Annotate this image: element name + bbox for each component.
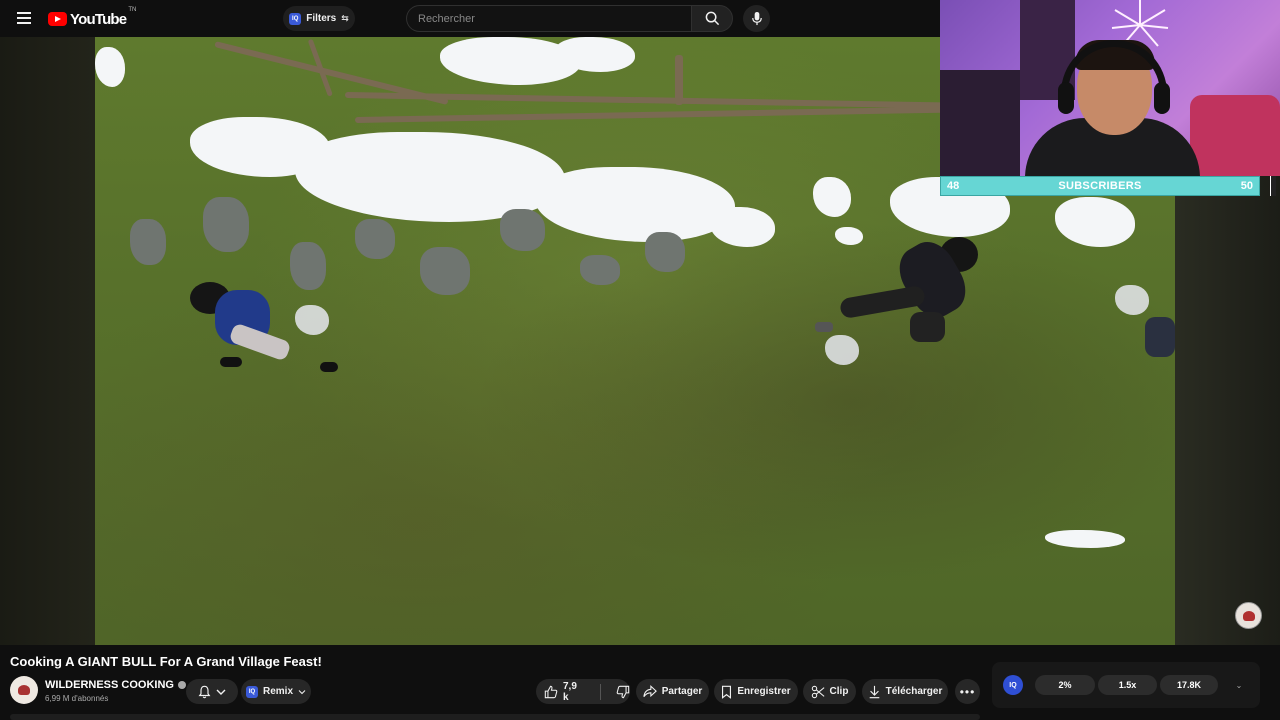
snow-patch bbox=[710, 207, 775, 247]
snow-patch bbox=[95, 47, 125, 87]
headset-earcup bbox=[1058, 82, 1074, 114]
iq-badge-icon: IQ bbox=[289, 12, 302, 25]
voice-search-button[interactable] bbox=[743, 5, 770, 32]
bell-icon bbox=[198, 685, 211, 698]
share-icon bbox=[643, 685, 657, 698]
logo-country-code: TN bbox=[128, 7, 137, 13]
thumbs-up-icon bbox=[544, 685, 558, 698]
top-bar: YouTube TN IQ Filters ⇆ bbox=[0, 0, 940, 37]
download-button[interactable]: Télécharger bbox=[862, 679, 948, 704]
remix-label: Remix bbox=[262, 686, 293, 697]
description-box-edge bbox=[10, 714, 980, 720]
like-count: 7,9 k bbox=[563, 680, 577, 703]
plastic-bag bbox=[1115, 285, 1149, 315]
clip-button[interactable]: Clip bbox=[803, 679, 856, 704]
webcam-shelf bbox=[940, 70, 1020, 176]
person-partial-right bbox=[1125, 307, 1175, 367]
chevron-down-icon bbox=[298, 689, 306, 694]
filters-label: Filters bbox=[306, 13, 337, 24]
sub-goal-label: SUBSCRIBERS bbox=[1058, 180, 1142, 192]
share-label: Partager bbox=[661, 686, 703, 697]
like-button[interactable]: 7,9 k bbox=[544, 681, 585, 703]
stepping-stone bbox=[203, 197, 249, 252]
logo-text: YouTube bbox=[70, 10, 127, 28]
stepping-stone bbox=[355, 219, 395, 259]
save-label: Enregistrer bbox=[737, 686, 791, 697]
sub-goal-target: 50 bbox=[1240, 180, 1253, 192]
verified-icon bbox=[177, 681, 186, 689]
notifications-button[interactable] bbox=[186, 679, 238, 704]
search-input[interactable] bbox=[406, 5, 691, 32]
download-label: Télécharger bbox=[885, 686, 943, 697]
search-button[interactable] bbox=[691, 5, 733, 32]
tune-icon: ⇆ bbox=[341, 13, 349, 23]
subscriber-goal-bar: 48 SUBSCRIBERS 50 bbox=[940, 176, 1260, 196]
channel-name-link[interactable]: WILDERNESS COOKING bbox=[45, 679, 186, 691]
stepping-stone bbox=[500, 209, 545, 251]
more-actions-button[interactable]: ••• bbox=[955, 679, 980, 704]
iq-extension-icon[interactable]: IQ bbox=[1003, 675, 1023, 695]
sub-goal-current: 48 bbox=[947, 180, 960, 192]
remix-button[interactable]: IQ Remix bbox=[241, 679, 311, 704]
channel-name: WILDERNESS COOKING bbox=[45, 679, 174, 691]
plastic-bag bbox=[295, 305, 329, 335]
thumbs-down-icon bbox=[616, 685, 630, 698]
search-icon bbox=[705, 11, 719, 26]
sub-goal-remaining bbox=[1270, 176, 1276, 196]
snow-patch bbox=[1055, 197, 1135, 247]
stat-percentage: 2% bbox=[1035, 675, 1095, 695]
snow-patch bbox=[1045, 530, 1125, 548]
webcam-couch bbox=[1190, 95, 1280, 176]
video-letterbox-left bbox=[0, 37, 95, 645]
bookmark-icon bbox=[722, 685, 732, 699]
microphone-icon bbox=[751, 11, 762, 26]
channel-avatar[interactable] bbox=[10, 676, 38, 704]
headset-earcup bbox=[1154, 82, 1170, 114]
stepping-stone bbox=[580, 255, 620, 285]
stat-count: 17.8K bbox=[1160, 675, 1218, 695]
subscriber-count: 6,99 M d'abonnés bbox=[45, 694, 109, 703]
snow-patch bbox=[813, 177, 851, 217]
iq-badge-icon: IQ bbox=[245, 685, 258, 698]
save-button[interactable]: Enregistrer bbox=[714, 679, 798, 704]
menu-icon[interactable] bbox=[14, 9, 34, 29]
stepping-stone bbox=[645, 232, 685, 272]
channel-watermark-icon[interactable] bbox=[1235, 602, 1262, 629]
stepping-stone bbox=[420, 247, 470, 295]
panel-expand-chevron-icon[interactable]: ⌄ bbox=[1232, 678, 1246, 692]
like-dislike-group: 7,9 k bbox=[536, 679, 630, 704]
streamer-webcam bbox=[940, 0, 1280, 176]
youtube-play-icon bbox=[48, 12, 67, 26]
fence-post bbox=[675, 55, 683, 105]
like-divider bbox=[600, 683, 601, 700]
snow-patch bbox=[535, 167, 735, 242]
scissors-icon bbox=[811, 685, 825, 698]
clip-label: Clip bbox=[829, 686, 849, 697]
video-title: Cooking A GIANT BULL For A Grand Village… bbox=[10, 654, 322, 669]
stepping-stone bbox=[130, 219, 166, 265]
search-bar bbox=[406, 5, 733, 32]
chevron-down-icon bbox=[216, 689, 226, 695]
filters-button[interactable]: IQ Filters ⇆ bbox=[283, 6, 355, 31]
download-icon bbox=[869, 685, 879, 698]
fence-rail bbox=[354, 106, 945, 123]
plastic-bag bbox=[825, 335, 859, 365]
dislike-button[interactable] bbox=[616, 685, 630, 699]
share-button[interactable]: Partager bbox=[636, 679, 709, 704]
youtube-logo[interactable]: YouTube TN bbox=[48, 7, 137, 28]
stat-ratio: 1.5x bbox=[1098, 675, 1157, 695]
